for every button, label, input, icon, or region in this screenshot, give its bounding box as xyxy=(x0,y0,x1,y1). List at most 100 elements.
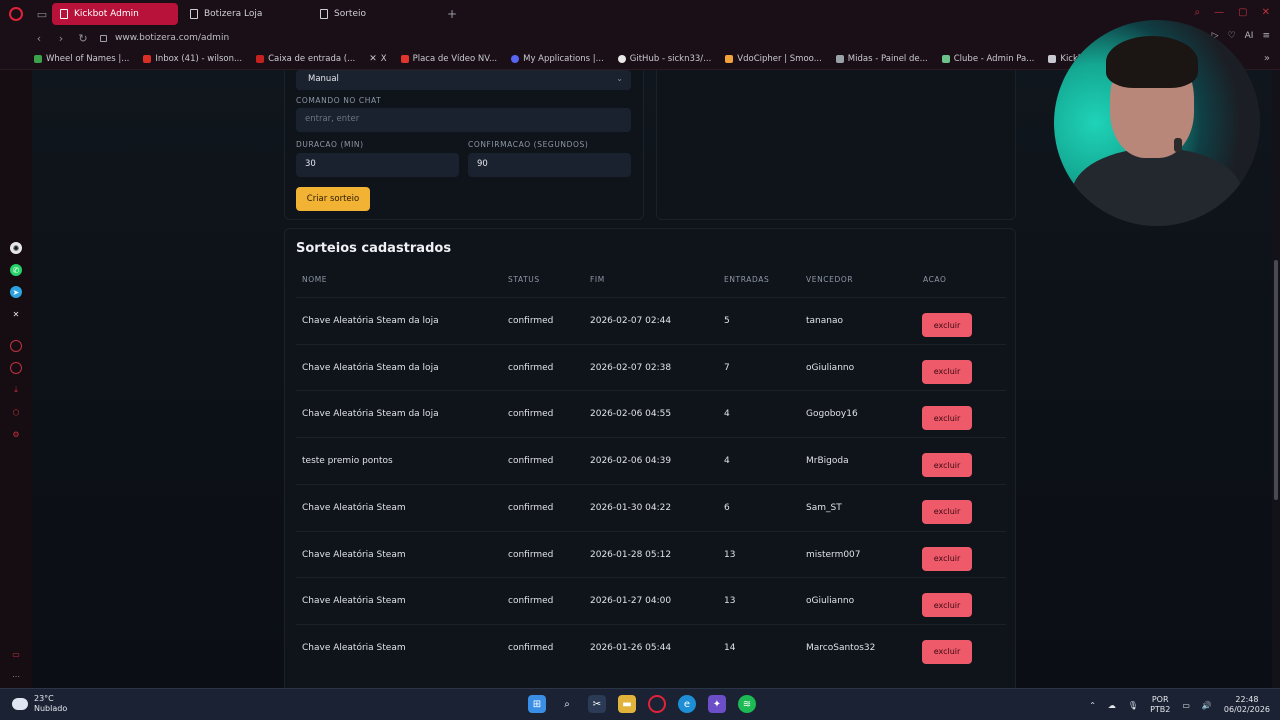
bookmark-vdocipher[interactable]: VdoCipher | Smoo... xyxy=(725,54,822,64)
tab-manager-icon[interactable]: ▭ xyxy=(32,8,52,21)
cell-fim: 2026-02-06 04:39 xyxy=(590,456,672,467)
volume-icon[interactable]: 🔊 xyxy=(1202,701,1212,710)
table-row: Chave Aleatória Steam da loja confirmed 20… xyxy=(296,343,1006,390)
history-icon[interactable] xyxy=(10,362,22,374)
cell-status: confirmed xyxy=(508,316,554,326)
cell-nome: Chave Aleatória Steam xyxy=(302,596,406,607)
maximize-button[interactable]: ▢ xyxy=(1238,7,1247,18)
page-scrollbar[interactable] xyxy=(1272,70,1280,688)
bookmark-x[interactable]: ✕ X xyxy=(369,54,386,64)
wallet-icon[interactable]: ▭ xyxy=(10,648,22,660)
bookmark-inbox[interactable]: Inbox (41) - wilson... xyxy=(143,54,242,64)
page-icon xyxy=(1048,54,1057,63)
extensions-icon[interactable]: ⬡ xyxy=(10,406,22,418)
spotify-icon[interactable]: ≋ xyxy=(738,695,756,713)
cell-nome: Chave Aleatória Steam xyxy=(302,549,406,560)
cell-status: confirmed xyxy=(508,456,554,467)
whatsapp-icon[interactable]: ✆ xyxy=(10,264,22,276)
forward-icon[interactable]: › xyxy=(56,32,66,45)
delete-button[interactable]: excluir xyxy=(922,546,972,571)
scrollbar-thumb[interactable] xyxy=(1274,260,1278,500)
more-icon[interactable]: ⋯ xyxy=(10,670,22,682)
cell-nome: Chave Aleatória Steam xyxy=(302,502,406,513)
cell-entradas: 5 xyxy=(724,316,730,326)
delete-button[interactable]: excluir xyxy=(922,406,972,431)
cloud-sync-icon[interactable]: ☁ xyxy=(1108,701,1116,710)
webcam-person-body xyxy=(1072,148,1242,226)
file-explorer-icon[interactable]: ▬ xyxy=(618,695,636,713)
column-entradas: ENTRADAS xyxy=(724,275,770,284)
cell-fim: 2026-01-27 04:00 xyxy=(590,596,672,607)
bookmark-my-applications[interactable]: My Applications |... xyxy=(511,54,604,64)
chevron-up-icon[interactable]: ⌃ xyxy=(1089,701,1096,710)
bookmark-clube-admin[interactable]: Clube - Admin Pa... xyxy=(941,54,1034,64)
cell-entradas: 4 xyxy=(724,409,730,420)
search-icon[interactable]: ⌕ xyxy=(1195,7,1201,18)
vdocipher-icon xyxy=(725,54,734,63)
search-icon[interactable]: ⌕ xyxy=(558,695,576,713)
download-icon[interactable]: ⤓ xyxy=(10,384,22,396)
browser-tab-bar: ▭ Kickbot Admin Botizera Loja Sorteio + … xyxy=(0,0,1280,28)
minimize-button[interactable]: — xyxy=(1214,7,1224,18)
delete-button[interactable]: excluir xyxy=(922,453,972,478)
bookmark-github[interactable]: GitHub - sickn33/... xyxy=(617,54,711,64)
create-raffle-button[interactable]: Criar sorteio xyxy=(296,187,370,211)
table-row: Chave Aleatória Steam da loja confirmed 20… xyxy=(296,390,1006,436)
bookmarks-more-icon[interactable]: » xyxy=(1264,53,1270,64)
time: 22:48 xyxy=(1235,695,1259,704)
heart-icon[interactable]: ♡ xyxy=(1228,31,1236,41)
clock[interactable]: 22:48 06/02/2026 xyxy=(1224,695,1270,715)
x-icon[interactable]: ✕ xyxy=(10,308,22,320)
new-tab-button[interactable]: + xyxy=(442,7,462,21)
duration-input[interactable]: 30 xyxy=(296,153,459,177)
command-input[interactable]: entrar, enter xyxy=(296,108,631,132)
chevron-down-icon: ⌄ xyxy=(616,74,623,83)
windows-start-icon[interactable]: ⊞ xyxy=(528,695,546,713)
table-row: teste premio pontos confirmed 2026-02-06 0… xyxy=(296,437,1006,483)
bookmark-midas[interactable]: Midas - Painel de... xyxy=(835,54,928,64)
ai-button[interactable]: AI xyxy=(1245,31,1254,41)
back-icon[interactable]: ‹ xyxy=(34,32,44,45)
cell-entradas: 13 xyxy=(724,596,736,607)
delete-button[interactable]: excluir xyxy=(922,499,972,524)
delete-button[interactable]: excluir xyxy=(922,639,972,664)
delete-button[interactable]: excluir xyxy=(922,359,972,384)
url-text: www.botizera.com/admin xyxy=(115,33,230,43)
target-icon[interactable] xyxy=(10,340,22,352)
copilot-icon[interactable]: ✦ xyxy=(708,695,726,713)
display-icon[interactable]: ▭ xyxy=(1182,701,1190,710)
close-button[interactable]: ✕ xyxy=(1262,7,1270,18)
opera-logo-icon[interactable] xyxy=(0,7,32,21)
cell-fim: 2026-01-26 05:44 xyxy=(590,642,672,653)
screen: ▭ Kickbot Admin Botizera Loja Sorteio + … xyxy=(0,0,1280,720)
confirmation-input[interactable]: 90 xyxy=(468,153,631,177)
menu-icon[interactable]: ≡ xyxy=(1262,31,1270,41)
opera-icon[interactable] xyxy=(648,695,666,713)
tab-sorteio[interactable]: Sorteio xyxy=(312,3,438,25)
table-row: Chave Aleatória Steam confirmed 2026-01-30… xyxy=(296,483,1006,530)
delete-button[interactable]: excluir xyxy=(922,313,972,337)
mode-select[interactable]: Manual ⌄ xyxy=(296,70,631,90)
delete-button[interactable]: excluir xyxy=(922,593,972,618)
bookmark-placa-video[interactable]: Placa de Vídeo NV... xyxy=(400,54,497,64)
cell-nome: Chave Aleatória Steam da loja xyxy=(302,362,439,373)
language-indicator[interactable]: POR PTB2 xyxy=(1150,695,1170,715)
settings-icon[interactable]: ⚙ xyxy=(10,428,22,440)
chatgpt-icon[interactable]: ✺ xyxy=(10,242,22,254)
bookmark-caixa-entrada[interactable]: Caixa de entrada (... xyxy=(256,54,355,64)
snipping-tool-icon[interactable]: ✂ xyxy=(588,695,606,713)
cell-fim: 2026-02-07 02:44 xyxy=(590,316,672,326)
discord-icon xyxy=(511,54,520,63)
cell-status: confirmed xyxy=(508,596,554,607)
tab-botizera-loja[interactable]: Botizera Loja xyxy=(182,3,308,25)
weather-widget[interactable]: 23°C Nublado xyxy=(12,694,67,714)
microphone-icon[interactable]: 🎙 xyxy=(1128,701,1138,710)
reload-icon[interactable]: ↻ xyxy=(78,32,88,45)
tab-kickbot-admin[interactable]: Kickbot Admin xyxy=(52,3,178,25)
telegram-icon[interactable]: ➤ xyxy=(10,286,22,298)
bookmark-wheel-of-names[interactable]: Wheel of Names |... xyxy=(34,54,129,64)
url-field[interactable]: www.botizera.com/admin xyxy=(100,33,229,43)
date: 06/02/2026 xyxy=(1223,705,1270,714)
raffle-form-panel: Manual ⌄ COMANDO NO CHAT entrar, enter D… xyxy=(284,70,644,220)
edge-icon[interactable]: e xyxy=(678,695,696,713)
